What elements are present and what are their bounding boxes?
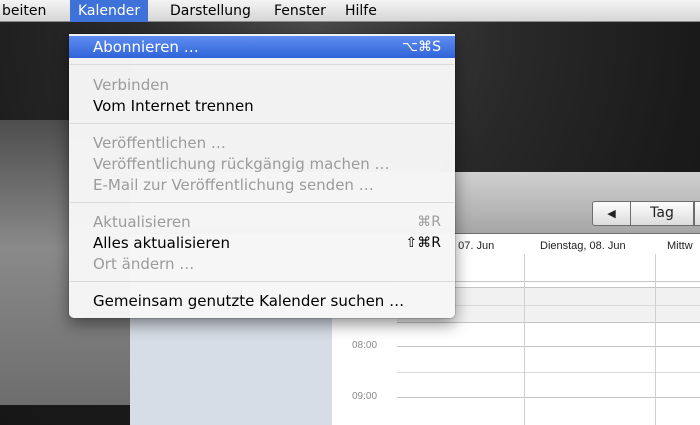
menu-item-label: Alles aktualisieren: [93, 234, 230, 252]
day-header-wednesday: Mittw: [667, 240, 693, 252]
menu-item-abonnieren[interactable]: Abonnieren … ⌥⌘S: [69, 36, 455, 58]
menu-item-label: Ort ändern …: [93, 255, 195, 273]
menu-bar: beiten Kalender Darstellung Fenster Hilf…: [0, 0, 700, 22]
kalender-menu: Abonnieren … ⌥⌘S Verbinden Vom Internet …: [69, 34, 455, 318]
menu-darstellung[interactable]: Darstellung: [170, 0, 251, 22]
menu-item-label: Gemeinsam genutzte Kalender suchen …: [93, 292, 405, 310]
menu-item-label: Abonnieren …: [93, 38, 199, 56]
column-divider: [655, 254, 656, 425]
previous-button[interactable]: ◀: [592, 201, 631, 226]
day-header-monday: , 07. Jun: [452, 240, 495, 252]
menu-separator: [70, 123, 454, 124]
menu-item-veroeffentlichung-rueckgaengig: Veröffentlichung rückgängig machen …: [69, 153, 455, 175]
view-day-button[interactable]: Tag: [630, 201, 694, 226]
view-day-label: Tag: [650, 205, 674, 221]
menu-item-gemeinsam-genutzte-kalender-suchen[interactable]: Gemeinsam genutzte Kalender suchen …: [69, 290, 455, 312]
menu-kalender[interactable]: Kalender: [70, 0, 149, 22]
menu-item-label: E-Mail zur Veröffentlichung senden …: [93, 176, 374, 194]
menu-item-label: Vom Internet trennen: [93, 97, 254, 115]
menu-item-label: Aktualisieren: [93, 213, 191, 231]
menu-item-label: Verbinden: [93, 76, 169, 94]
menu-item-ort-aendern: Ort ändern …: [69, 253, 455, 275]
menu-bearbeiten[interactable]: beiten: [0, 0, 46, 22]
menu-item-aktualisieren: Aktualisieren ⌘R: [69, 211, 455, 233]
day-header-tuesday: Dienstag, 08. Jun: [540, 240, 626, 252]
time-label-0800: 08:00: [352, 340, 378, 351]
shortcut-label: ⌥⌘S: [401, 39, 441, 55]
menu-fenster[interactable]: Fenster: [274, 0, 326, 22]
time-label-0900: 09:00: [352, 391, 378, 402]
shortcut-label: ⌘R: [417, 214, 441, 230]
shortcut-label: ⇧⌘R: [405, 235, 441, 251]
column-divider: [524, 254, 525, 425]
menu-item-vom-internet-trennen[interactable]: Vom Internet trennen: [69, 95, 455, 117]
menu-item-label: Veröffentlichung rückgängig machen …: [93, 155, 390, 173]
menu-separator: [70, 64, 454, 65]
menu-item-email-veroeffentlichung: E-Mail zur Veröffentlichung senden …: [69, 174, 455, 196]
view-next-segment[interactable]: [694, 201, 700, 226]
menu-separator: [70, 281, 454, 282]
menu-item-label: Veröffentlichen …: [93, 134, 226, 152]
menu-hilfe[interactable]: Hilfe: [345, 0, 377, 22]
menu-separator: [70, 202, 454, 203]
menu-item-alles-aktualisieren[interactable]: Alles aktualisieren ⇧⌘R: [69, 232, 455, 254]
menu-item-verbinden: Verbinden: [69, 74, 455, 96]
left-arrow-icon: ◀: [607, 207, 616, 220]
menu-item-veroeffentlichen: Veröffentlichen …: [69, 132, 455, 154]
